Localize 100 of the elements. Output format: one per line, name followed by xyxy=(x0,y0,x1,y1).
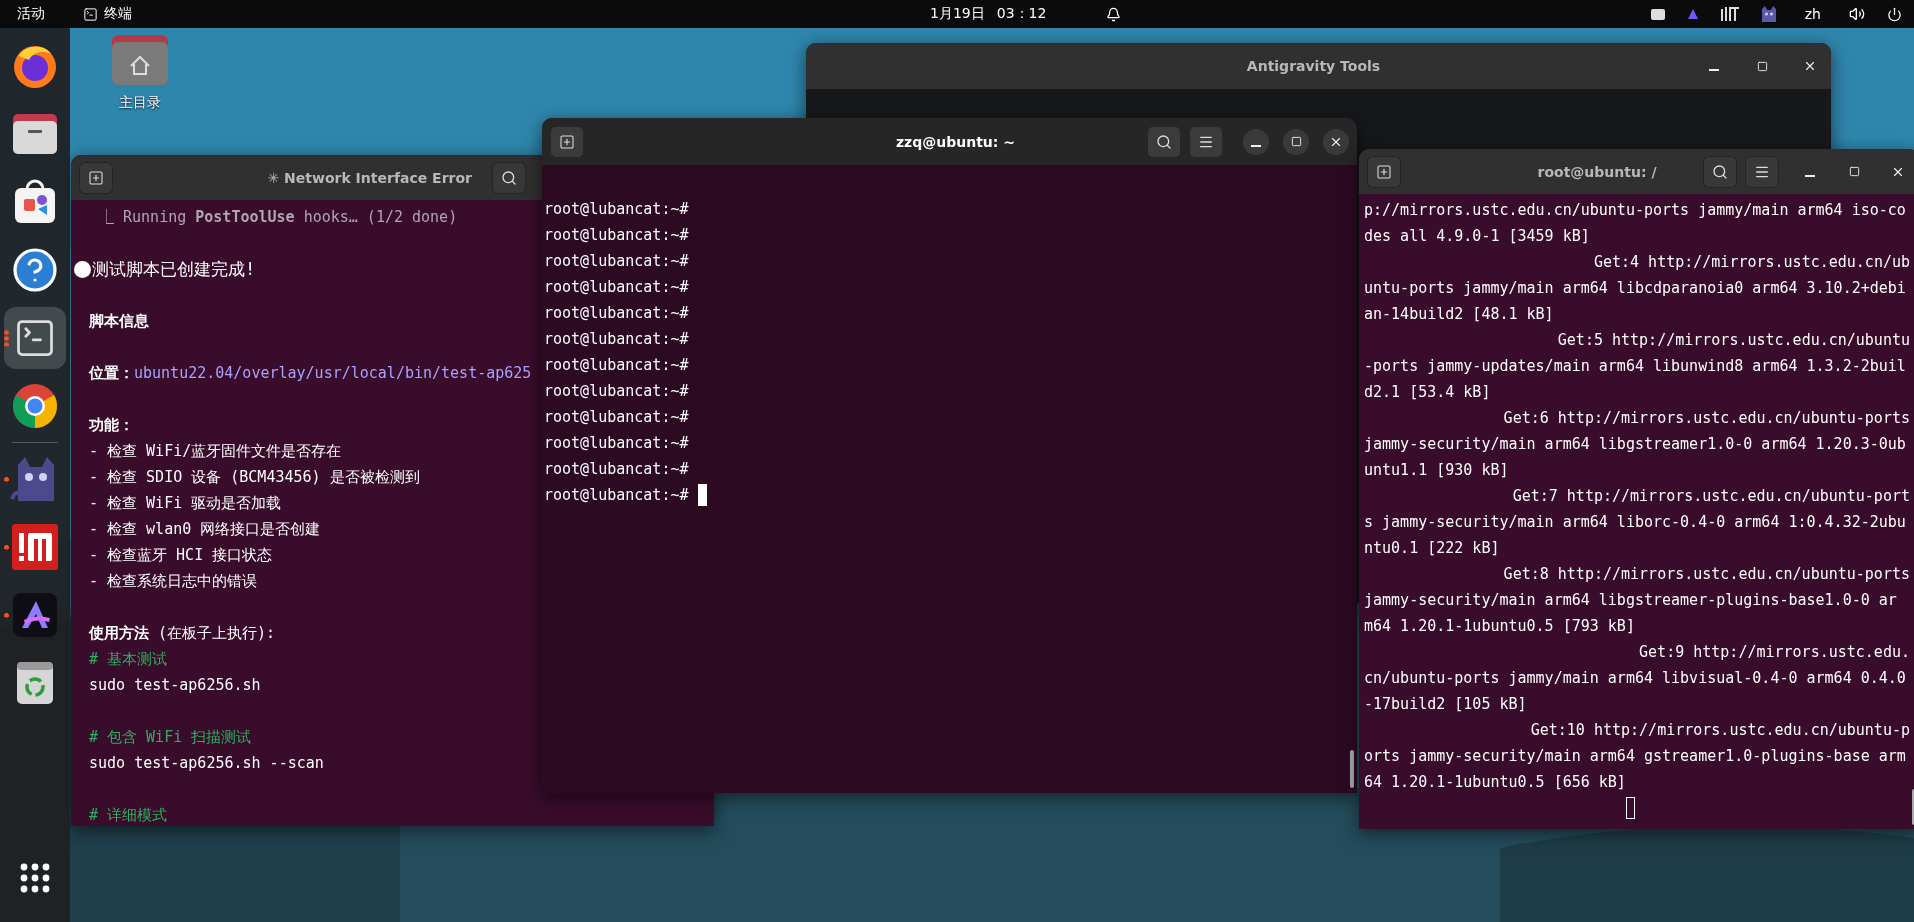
window-title: Antigravity Tools xyxy=(1245,58,1382,74)
minimize-icon xyxy=(1805,174,1815,177)
minimize-icon xyxy=(1251,144,1261,147)
file-path: ubuntu22.04/overlay/usr/local/bin/test-ap625 xyxy=(134,364,532,382)
comment-line: # 详细模式 xyxy=(89,805,168,825)
prompt-line: root@lubancat:~# xyxy=(544,304,689,322)
terminal-line: p://mirrors.ustc.edu.cn/ubuntu-ports jammy/main arm64 iso-co xyxy=(1364,201,1906,219)
terminal-line: Get:4 http://mirrors.ustc.edu.cn/ub xyxy=(1593,253,1910,271)
terminal-line: cn/ubuntu-ports jammy/main arm64 libvisual-0.4-0 arm64 0.4.0 xyxy=(1364,669,1906,687)
trash-icon xyxy=(15,660,55,706)
terminal-line: untu1.1 [930 kB] xyxy=(1364,461,1509,479)
prompt-line: root@lubancat:~# xyxy=(544,226,689,244)
maximize-icon xyxy=(1290,136,1302,147)
display-icon[interactable] xyxy=(1650,8,1665,20)
help-icon xyxy=(11,246,59,294)
prompt-line: root@lubancat:~# xyxy=(544,278,689,296)
volume-icon[interactable] xyxy=(1849,6,1865,22)
grid-icon xyxy=(20,863,50,893)
maximize-icon xyxy=(1756,60,1768,72)
search-icon xyxy=(1156,133,1172,150)
new-tab-icon xyxy=(88,169,104,186)
search-icon xyxy=(501,169,517,186)
terminal-line: - 检查 WiFi/蓝牙固件文件是否存在 xyxy=(89,441,342,461)
maximize-icon xyxy=(1848,166,1860,177)
bullet-icon xyxy=(74,260,91,278)
prompt-line: root@lubancat:~# xyxy=(544,434,689,452)
section-heading: 脚本信息 xyxy=(89,311,149,331)
prompt-line: root@lubancat:~# xyxy=(544,252,689,270)
window-title: root@ubuntu: / xyxy=(1536,163,1658,180)
menu-button[interactable] xyxy=(1745,155,1779,188)
terminal-line: untu-ports jammy/main arm64 libcdparanoia0 arm64 3.10.2+debi xyxy=(1364,279,1906,297)
terminal-icon xyxy=(83,6,98,22)
dock-button[interactable] xyxy=(4,307,66,369)
prompt-line: root@lubancat:~# xyxy=(544,408,689,426)
chrome-wheel-icon xyxy=(11,382,59,430)
menu-button[interactable] xyxy=(1189,125,1223,158)
language-indicator[interactable]: zh xyxy=(1804,6,1821,22)
home-folder-icon[interactable] xyxy=(111,34,169,86)
terminal-line: - 检查 wlan0 网络接口是否创建 xyxy=(89,519,321,539)
search-button[interactable] xyxy=(1703,155,1737,188)
search-button[interactable] xyxy=(492,161,526,194)
prompt-line: root@lubancat:~# xyxy=(544,382,689,400)
terminal-line: ntu0.1 [222 kB] xyxy=(1364,539,1500,557)
desktop-icon-label[interactable]: 主目录 xyxy=(119,94,161,112)
search-button[interactable] xyxy=(1147,125,1181,158)
terminal-line: 64 1.20.1-1ubuntu0.5 [656 kB] xyxy=(1364,773,1626,791)
new-tab-button[interactable] xyxy=(550,125,584,158)
maximize-button[interactable] xyxy=(1283,128,1309,155)
close-button[interactable] xyxy=(1323,128,1349,155)
comment-line: # 基本测试 xyxy=(89,649,168,669)
prompt-line: root@lubancat:~# xyxy=(544,486,689,504)
field-label: 位置： xyxy=(89,363,134,383)
close-icon xyxy=(1803,59,1817,73)
search-icon xyxy=(1712,163,1728,180)
terminal-line: des all 4.9.0-1 [3459 kB] xyxy=(1364,227,1590,245)
terminal-line: Get:8 http://mirrors.ustc.edu.cn/ubuntu-ports xyxy=(1503,565,1910,583)
shopping-bag-icon xyxy=(12,179,58,225)
terminal-line: m64 1.20.1-1ubuntu0.5 [793 kB] xyxy=(1364,617,1635,635)
app-menu-button[interactable]: 终端 xyxy=(83,5,132,23)
date-text[interactable]: 1月19日 xyxy=(930,5,985,23)
status-line: ⎿ Running PostToolUse hooks… (1/2 done) xyxy=(99,208,458,226)
terminal-line: -17build2 [105 kB] xyxy=(1364,695,1527,713)
terminal-line: sudo test-ap6256.sh --scan xyxy=(89,754,324,772)
power-icon[interactable] xyxy=(1887,6,1902,22)
terminal-line: sudo test-ap6256.sh xyxy=(89,676,261,694)
terminal-line: -ports jammy-updates/main arm64 libunwind8 arm64 1.3.2-2buil xyxy=(1364,357,1906,375)
folder-icon xyxy=(11,112,59,156)
prompt-line: root@lubancat:~# xyxy=(544,200,689,218)
terminal-line: orts jammy-security/main arm64 gstreamer1.0-plugins-base arm xyxy=(1364,747,1906,765)
terminal-line: - 检查系统日志中的错误 xyxy=(89,571,258,591)
terminal-line: Get:10 http://mirrors.ustc.edu.cn/ubuntu-p xyxy=(1530,721,1910,739)
terminal-line: jammy-security/main arm64 libgstreamer1.0-0 arm64 1.20.3-0ub xyxy=(1364,435,1906,453)
section-heading: 功能： xyxy=(89,415,134,435)
terminal-line: Get:5 http://mirrors.ustc.edu.cn/ubuntu xyxy=(1557,331,1910,349)
prompt-line: root@lubancat:~# xyxy=(544,330,689,348)
prompt-line: root@lubancat:~# xyxy=(544,356,689,374)
meter-icon[interactable] xyxy=(1720,7,1739,21)
terminal-line: an-14build2 [48.1 kB] xyxy=(1364,305,1554,323)
triangle-logo-icon xyxy=(12,592,58,638)
cat-icon[interactable] xyxy=(1760,6,1777,22)
app-logo-icon xyxy=(11,523,59,571)
window-title: zzq@ubuntu: ~ xyxy=(894,133,1017,150)
new-tab-button[interactable] xyxy=(1367,155,1401,188)
time-text[interactable]: 03：12 xyxy=(996,5,1047,23)
minimize-icon xyxy=(1709,69,1719,71)
terminal-line: - 检查蓝牙 HCI 接口状态 xyxy=(89,545,273,565)
message-text: 测试脚本已创建完成! xyxy=(92,257,256,281)
terminal-line: - 检查 SDIO 设备 (BCM43456) 是否被检测到 xyxy=(89,467,420,487)
scrollbar xyxy=(1350,750,1354,788)
new-tab-icon xyxy=(1376,163,1392,180)
terminal-line: d2.1 [53.4 kB] xyxy=(1364,383,1491,401)
terminal-line: jammy-security/main arm64 libgstreamer-plugins-base1.0-0 ar xyxy=(1364,591,1897,609)
terminal-line: - 检查 WiFi 驱动是否加载 xyxy=(89,493,282,513)
bell-icon[interactable] xyxy=(1106,6,1122,22)
new-tab-button[interactable] xyxy=(79,161,113,194)
prompt-line: root@lubancat:~# xyxy=(544,460,689,478)
terminal-line: Get:6 http://mirrors.ustc.edu.cn/ubuntu-ports xyxy=(1503,409,1910,427)
activities-button[interactable]: 活动 xyxy=(17,5,45,23)
tray-app-icon[interactable] xyxy=(1686,8,1699,20)
minimize-button[interactable] xyxy=(1243,128,1269,155)
